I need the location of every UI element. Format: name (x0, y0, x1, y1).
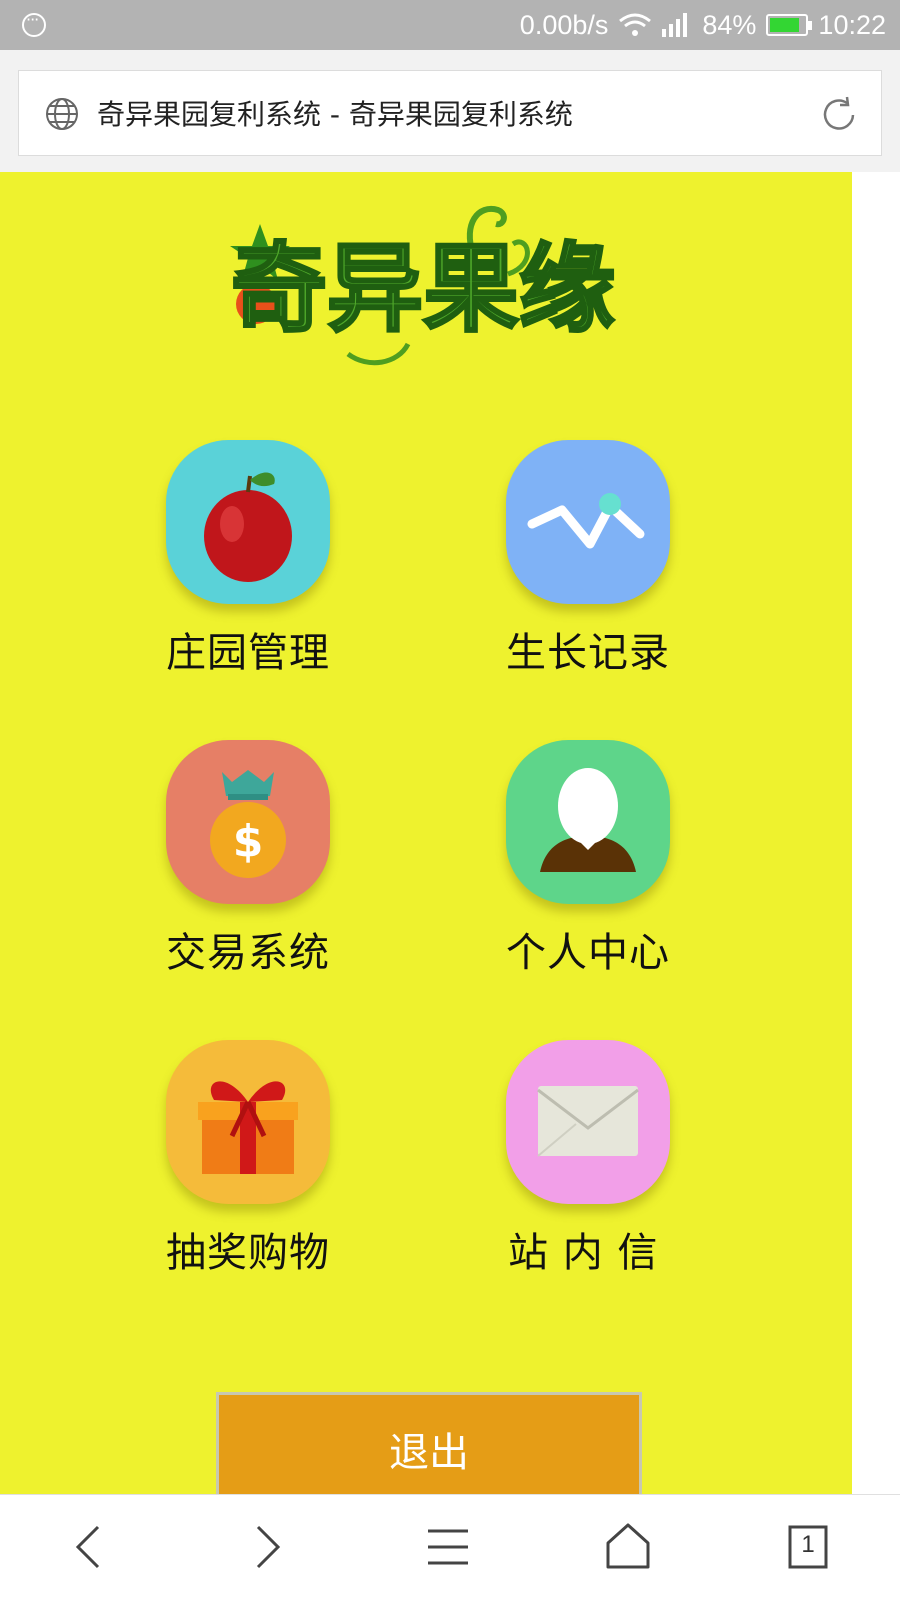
tabs-button[interactable]: 1 (778, 1517, 838, 1577)
menu-label: 抽奖购物 (166, 1230, 330, 1276)
menu-item-estate-management[interactable]: 庄园管理 (128, 440, 368, 680)
tab-count: 1 (801, 1531, 815, 1558)
clock: 10:22 (818, 9, 886, 40)
back-icon[interactable] (58, 1517, 118, 1577)
menu-label: 个人中心 (506, 930, 670, 976)
page-content: 奇异果缘 庄园管理 生长记录 $ 交易系统 个人中心 抽奖购物 站 内 信 退出 (0, 172, 852, 1494)
wifi-icon (619, 13, 652, 36)
apple-icon (166, 440, 330, 604)
globe-icon (46, 98, 78, 130)
status-indicators: 0.00b/s 84% 10:22 (520, 8, 886, 42)
page-margin (852, 172, 900, 1494)
signal-icon (662, 13, 692, 37)
menu-item-site-messages[interactable]: 站 内 信 (468, 1040, 708, 1280)
svg-text:$: $ (233, 816, 264, 867)
battery-percent: 84% (702, 9, 757, 40)
envelope-icon (506, 1040, 670, 1204)
menu-item-lottery-shopping[interactable]: 抽奖购物 (128, 1040, 368, 1280)
refresh-icon[interactable] (819, 95, 859, 135)
logout-button[interactable]: 退出 (216, 1392, 642, 1494)
menu-item-trading-system[interactable]: $ 交易系统 (128, 740, 368, 980)
money-bag-icon: $ (166, 740, 330, 904)
browser-address-area: 奇异果园复利系统 - 奇异果园复利系统 (0, 50, 900, 172)
home-icon[interactable] (598, 1517, 658, 1577)
network-speed: 0.00b/s (519, 9, 609, 40)
battery-fill (770, 18, 799, 32)
growth-chart-icon (506, 440, 670, 604)
logo: 奇异果缘 (230, 205, 617, 366)
menu-label: 站 内 信 (508, 1230, 659, 1276)
menu-item-growth-record[interactable]: 生长记录 (468, 440, 708, 680)
menu-item-personal-center[interactable]: 个人中心 (468, 740, 708, 980)
address-bar[interactable]: 奇异果园复利系统 - 奇异果园复利系统 (18, 70, 882, 156)
more-icon[interactable] (22, 10, 46, 37)
menu-label: 生长记录 (506, 630, 670, 676)
page-title: 奇异果园复利系统 - 奇异果园复利系统 (97, 98, 573, 131)
battery-icon (766, 14, 813, 36)
user-avatar-icon (506, 740, 670, 904)
browser-bottom-nav: 1 (0, 1494, 900, 1600)
menu-label: 庄园管理 (166, 630, 330, 676)
forward-icon[interactable] (238, 1517, 298, 1577)
logo-text: 奇异果缘 (231, 232, 615, 345)
gift-icon (166, 1040, 330, 1204)
status-bar: 0.00b/s 84% 10:22 (0, 0, 900, 50)
menu-icon[interactable] (418, 1517, 478, 1577)
menu-label: 交易系统 (166, 930, 330, 976)
